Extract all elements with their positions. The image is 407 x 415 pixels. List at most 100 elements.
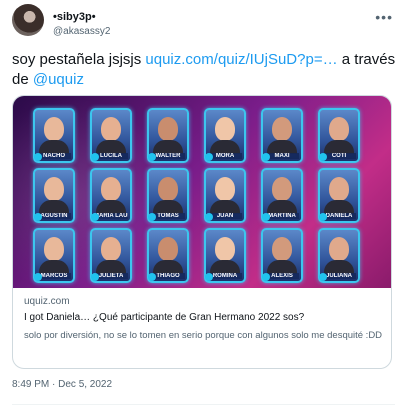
- contestant-tile: MARCOS: [33, 228, 75, 283]
- contestant-tile: WALTER: [147, 108, 189, 163]
- eye-logo-icon: [319, 213, 327, 221]
- contestant-name: COTI: [322, 153, 356, 159]
- eye-logo-icon: [319, 153, 327, 161]
- contestant-photo: [215, 237, 235, 261]
- contestant-tile: AGUSTÍN: [33, 168, 75, 223]
- tweet-text: soy pestañela jsjsjs uquiz.com/quiz/IUjS…: [12, 50, 397, 90]
- contestant-name: NACHO: [37, 153, 71, 159]
- contestant-tile: THIAGO: [147, 228, 189, 283]
- contestant-name: TOMÁS: [151, 213, 185, 219]
- eye-logo-icon: [34, 273, 42, 281]
- card-image[interactable]: NACHO LUCILA WALTER MORA MAXI COTI AGUSTÍN MARI…: [13, 96, 391, 288]
- eye-logo-icon: [148, 153, 156, 161]
- contestant-body: [153, 260, 183, 274]
- eye-logo-icon: [205, 273, 213, 281]
- contestant-body: [267, 260, 297, 274]
- contestant-body: [324, 200, 354, 214]
- eye-logo-icon: [262, 273, 270, 281]
- contestant-body: [96, 260, 126, 274]
- contestant-body: [153, 200, 183, 214]
- contestant-body: [39, 200, 69, 214]
- mention-link[interactable]: @uquiz: [33, 71, 84, 88]
- contestant-name: JULIANA: [322, 273, 356, 279]
- card-description: solo por diversión, no se lo tomen en se…: [24, 330, 383, 341]
- contestant-name: MARIA LAURA: [94, 213, 128, 219]
- contestant-photo: [329, 177, 349, 201]
- contestant-body: [267, 140, 297, 154]
- contestant-photo: [272, 237, 292, 261]
- tweet-text-part: soy pestañela jsjsjs: [12, 51, 146, 68]
- contestant-photo: [44, 237, 64, 261]
- contestant-body: [96, 200, 126, 214]
- contestant-photo: [44, 177, 64, 201]
- contestant-photo: [329, 237, 349, 261]
- eye-logo-icon: [91, 273, 99, 281]
- eye-logo-icon: [262, 153, 270, 161]
- contestant-photo: [101, 117, 121, 141]
- contestant-tile: MORA: [204, 108, 246, 163]
- contestant-name: LUCILA: [94, 153, 128, 159]
- quiz-link[interactable]: uquiz.com/quiz/IUjSuD?p=…: [145, 51, 337, 68]
- contestant-body: [96, 140, 126, 154]
- contestant-name: JUAN: [208, 213, 242, 219]
- contestant-name: JULIETA: [94, 273, 128, 279]
- contestant-tile: MARTINA: [261, 168, 303, 223]
- contestant-name: THIAGO: [151, 273, 185, 279]
- contestant-name: MARCOS: [37, 273, 71, 279]
- eye-logo-icon: [91, 213, 99, 221]
- link-card[interactable]: NACHO LUCILA WALTER MORA MAXI COTI AGUSTÍN MARI…: [12, 95, 392, 369]
- contestant-body: [39, 260, 69, 274]
- eye-logo-icon: [148, 273, 156, 281]
- contestant-body: [324, 260, 354, 274]
- eye-logo-icon: [205, 213, 213, 221]
- contestant-body: [210, 140, 240, 154]
- eye-logo-icon: [34, 213, 42, 221]
- contestant-photo: [215, 117, 235, 141]
- more-horizontal-icon[interactable]: •••: [375, 9, 393, 25]
- contestant-tile: MAXI: [261, 108, 303, 163]
- contestant-tile: COTI: [318, 108, 360, 163]
- contestant-photo: [272, 177, 292, 201]
- contestant-tile: MARIA LAURA: [90, 168, 132, 223]
- contestant-tile: ROMINA: [204, 228, 246, 283]
- contestant-tile: JUAN: [204, 168, 246, 223]
- avatar[interactable]: [12, 4, 44, 36]
- contestant-tile: ALEXIS: [261, 228, 303, 283]
- eye-logo-icon: [34, 153, 42, 161]
- contestant-body: [267, 200, 297, 214]
- contestant-body: [210, 260, 240, 274]
- contestant-tile: LUCILA: [90, 108, 132, 163]
- eye-logo-icon: [148, 213, 156, 221]
- contestant-photo: [44, 117, 64, 141]
- contestant-name: DANIELA: [322, 213, 356, 219]
- timestamp[interactable]: 8:49 PM · Dec 5, 2022: [12, 379, 112, 390]
- contestant-name: ROMINA: [208, 273, 242, 279]
- contestant-tile: JULIANA: [318, 228, 360, 283]
- contestant-body: [153, 140, 183, 154]
- contestant-photo: [158, 237, 178, 261]
- handle[interactable]: @akasassy2: [53, 26, 110, 37]
- eye-logo-icon: [91, 153, 99, 161]
- contestant-photo: [101, 177, 121, 201]
- contestant-photo: [158, 177, 178, 201]
- contestant-tile: NACHO: [33, 108, 75, 163]
- contestant-body: [210, 200, 240, 214]
- card-domain: uquiz.com: [24, 296, 70, 307]
- display-name[interactable]: •siby3p•: [53, 11, 96, 23]
- contestant-body: [39, 140, 69, 154]
- contestant-tile: JULIETA: [90, 228, 132, 283]
- eye-logo-icon: [319, 273, 327, 281]
- contestant-name: MAXI: [265, 153, 299, 159]
- contestant-name: MORA: [208, 153, 242, 159]
- contestant-name: AGUSTÍN: [37, 213, 71, 219]
- contestant-photo: [272, 117, 292, 141]
- contestant-name: ALEXIS: [265, 273, 299, 279]
- contestant-photo: [329, 117, 349, 141]
- card-title: I got Daniela… ¿Qué participante de Gran…: [24, 312, 305, 323]
- contestant-tile: TOMÁS: [147, 168, 189, 223]
- divider: [12, 404, 395, 405]
- contestant-name: MARTINA: [265, 213, 299, 219]
- contestant-photo: [215, 177, 235, 201]
- contestant-photo: [158, 117, 178, 141]
- contestant-name: WALTER: [151, 153, 185, 159]
